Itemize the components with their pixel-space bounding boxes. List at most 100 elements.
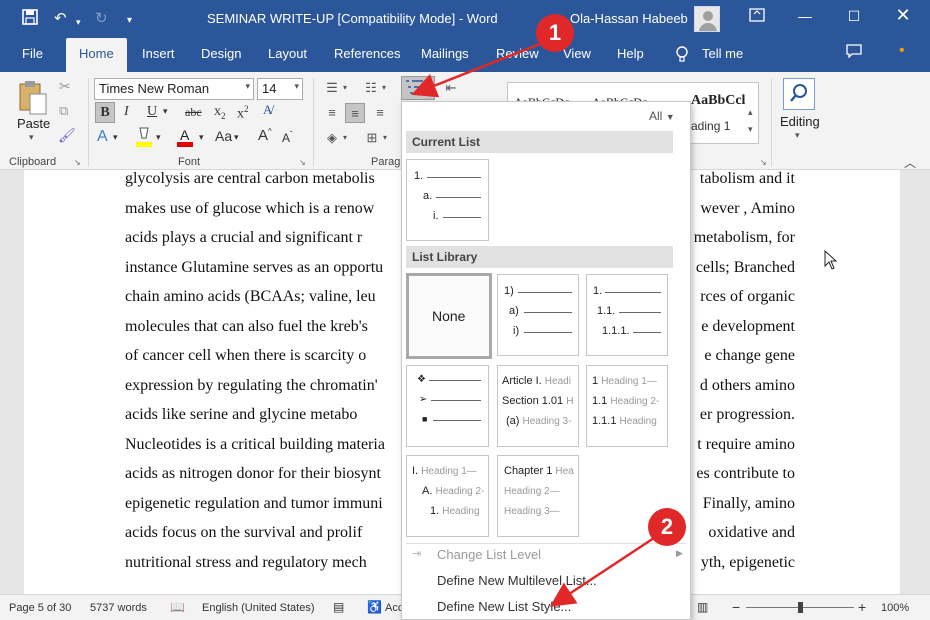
- tab-home[interactable]: Home: [66, 38, 127, 72]
- current-list-tile[interactable]: 1. a. i.: [406, 159, 489, 241]
- document-line-right[interactable]: tabolism and it: [692, 170, 795, 188]
- styles-scroll-up-icon[interactable]: ▴: [748, 107, 753, 118]
- define-new-multilevel-list-item[interactable]: Define New Multilevel List...: [437, 573, 597, 588]
- word-count[interactable]: 5737 words: [90, 602, 147, 614]
- language[interactable]: English (United States): [202, 602, 315, 614]
- shading-icon[interactable]: ◈: [322, 128, 342, 148]
- document-line[interactable]: instance Glutamine serves as an opportu: [125, 259, 401, 277]
- paste-button[interactable]: Paste: [17, 116, 50, 131]
- font-launcher-icon[interactable]: ↘: [299, 158, 306, 167]
- shading-dropdown-icon[interactable]: ▾: [340, 128, 350, 148]
- list-tile-chapter[interactable]: Chapter 1 Hea Heading 2— Heading 3—: [497, 455, 579, 537]
- customize-qat-icon[interactable]: ▾: [127, 11, 132, 31]
- document-line-right[interactable]: e change gene: [692, 347, 795, 365]
- align-center-icon[interactable]: ≡: [345, 103, 365, 123]
- document-line-right[interactable]: oxidative and: [692, 524, 795, 542]
- tab-view[interactable]: View: [563, 46, 591, 61]
- ribbon-display-options-icon[interactable]: [742, 8, 772, 25]
- document-line[interactable]: makes use of glucose which is a renow: [125, 200, 401, 218]
- format-painter-icon[interactable]: 🖌: [58, 127, 76, 144]
- numbering-dropdown-icon[interactable]: ▾: [379, 78, 389, 98]
- avatar[interactable]: [694, 6, 720, 32]
- styles-launcher-icon[interactable]: ↘: [760, 158, 767, 167]
- collapse-ribbon-icon[interactable]: ︿: [904, 154, 916, 171]
- redo-icon[interactable]: ↻: [95, 9, 108, 29]
- minimize-icon[interactable]: —: [790, 8, 820, 24]
- document-line-right[interactable]: metabolism, for: [692, 229, 795, 247]
- document-line[interactable]: acids focus on the survival and prolif: [125, 524, 401, 542]
- grow-font-button[interactable]: A^: [258, 127, 272, 144]
- document-line[interactable]: nutritional stress and regulatory mech: [125, 554, 401, 572]
- tab-insert[interactable]: Insert: [142, 46, 175, 61]
- underline-button[interactable]: U: [147, 104, 157, 120]
- bullets-dropdown-icon[interactable]: ▾: [340, 78, 350, 98]
- superscript-button[interactable]: x2: [237, 104, 249, 123]
- clear-formatting-icon[interactable]: A̸: [263, 102, 272, 118]
- shrink-font-button[interactable]: Aˇ: [282, 130, 293, 145]
- font-color-dropdown-icon[interactable]: ▾: [199, 132, 204, 143]
- comments-icon[interactable]: [846, 44, 862, 61]
- decrease-indent-icon[interactable]: ⇤: [441, 78, 461, 98]
- list-tile-article-section[interactable]: Article I. Headi Section 1.01 H (a) Head…: [497, 365, 579, 447]
- editing-button[interactable]: Editing: [780, 114, 820, 129]
- tab-mailings[interactable]: Mailings: [421, 46, 469, 61]
- zoom-out-button[interactable]: −: [732, 599, 740, 615]
- list-tile-decimal[interactable]: 1. 1.1. 1.1.1.: [586, 274, 668, 356]
- styles-scroll-down-icon[interactable]: ▾: [748, 124, 753, 135]
- copy-icon[interactable]: ⧉: [59, 103, 68, 119]
- subscript-button[interactable]: x2: [214, 104, 226, 121]
- align-right-icon[interactable]: ≡: [370, 103, 390, 123]
- clipboard-launcher-icon[interactable]: ↘: [74, 158, 81, 167]
- document-line-right[interactable]: d others amino: [692, 377, 795, 395]
- text-effects-icon[interactable]: A: [97, 128, 108, 146]
- document-line[interactable]: Nucleotides is a critical building mater…: [125, 436, 401, 454]
- document-line[interactable]: of cancer cell when there is scarcity o: [125, 347, 401, 365]
- maximize-icon[interactable]: ☐: [839, 8, 869, 25]
- change-list-level-item[interactable]: Change List Level: [437, 547, 541, 562]
- cut-icon[interactable]: ✂: [59, 78, 71, 95]
- paste-icon[interactable]: [18, 80, 48, 116]
- highlight-dropdown-icon[interactable]: ▾: [156, 132, 161, 143]
- numbering-icon[interactable]: ☷: [361, 78, 381, 98]
- document-line[interactable]: acids as nitrogen donor for their biosyn…: [125, 465, 401, 483]
- document-line-right[interactable]: es contribute to: [692, 465, 795, 483]
- italic-button[interactable]: I: [124, 104, 129, 120]
- share-icon[interactable]: •: [899, 42, 905, 60]
- borders-icon[interactable]: ⊞: [362, 128, 382, 148]
- document-line-right[interactable]: Finally, amino: [692, 495, 795, 513]
- document-line[interactable]: acids plays a crucial and significant r: [125, 229, 401, 247]
- page-count[interactable]: Page 5 of 30: [9, 602, 71, 614]
- font-name-box[interactable]: Times New Roman ▾: [94, 78, 254, 100]
- tab-design[interactable]: Design: [201, 46, 241, 61]
- editing-dropdown-icon[interactable]: ▾: [795, 130, 800, 141]
- text-effects-dropdown-icon[interactable]: ▾: [113, 132, 118, 143]
- document-line-right[interactable]: wever , Amino: [692, 200, 795, 218]
- undo-dropdown-icon[interactable]: ▾: [76, 12, 81, 32]
- document-line[interactable]: acids like serine and glycine metabo: [125, 406, 401, 424]
- document-line[interactable]: expression by regulating the chromatin': [125, 377, 401, 395]
- document-line[interactable]: chain amino acids (BCAAs; valine, leu: [125, 288, 401, 306]
- tab-review[interactable]: Review: [496, 46, 539, 61]
- document-line[interactable]: epigenetic regulation and tumor immuni: [125, 495, 401, 513]
- change-case-button[interactable]: Aa: [215, 128, 232, 144]
- style-sample-heading1[interactable]: AaBbCcl: [691, 93, 745, 109]
- define-new-list-style-item[interactable]: Define New List Style...: [437, 599, 571, 614]
- font-size-box[interactable]: 14 ▾: [257, 78, 303, 100]
- align-left-icon[interactable]: ≡: [322, 103, 342, 123]
- borders-dropdown-icon[interactable]: ▾: [380, 128, 390, 148]
- user-name[interactable]: Ola-Hassan Habeeb: [570, 11, 688, 26]
- document-line-right[interactable]: er progression.: [692, 406, 795, 424]
- strikethrough-button[interactable]: abc: [185, 105, 202, 120]
- list-tile-parenthesis[interactable]: 1) a) i): [497, 274, 579, 356]
- list-tile-heading-numbered[interactable]: 1 Heading 1— 1.1 Heading 2- 1.1.1 Headin…: [586, 365, 668, 447]
- font-color-icon[interactable]: A: [177, 126, 193, 148]
- font-size-dropdown-icon[interactable]: ▾: [294, 81, 299, 92]
- close-icon[interactable]: ✕: [888, 5, 918, 26]
- font-name-dropdown-icon[interactable]: ▾: [245, 81, 250, 92]
- focus-mode-icon[interactable]: ▥: [697, 600, 708, 614]
- tell-me-search[interactable]: Tell me: [702, 46, 743, 61]
- proofing-icon[interactable]: 📖: [170, 600, 185, 614]
- list-tile-roman-heading[interactable]: I. Heading 1— A. Heading 2- 1. Heading: [406, 455, 489, 537]
- document-line-right[interactable]: cells; Branched: [692, 259, 795, 277]
- multilevel-list-button[interactable]: [401, 76, 435, 100]
